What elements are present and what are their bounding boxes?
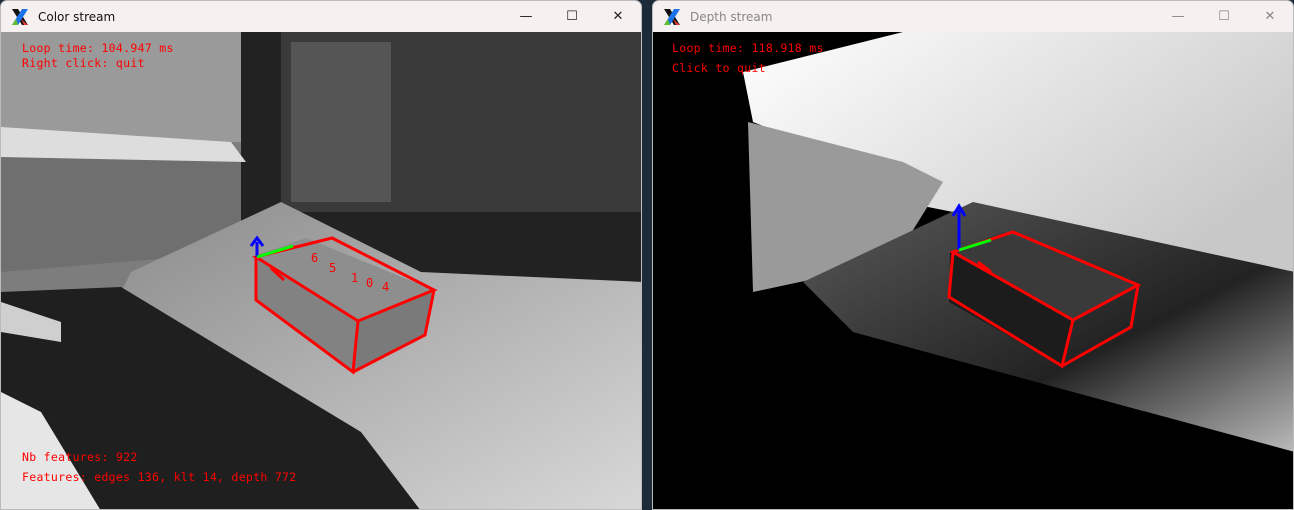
maximize-button[interactable]: ☐ bbox=[549, 1, 595, 32]
minimize-button[interactable]: — bbox=[503, 1, 549, 32]
app-x-logo-icon bbox=[664, 8, 680, 25]
window-title: Depth stream bbox=[690, 9, 773, 24]
color-image[interactable]: 6 5 1 0 4 Loop time: 104.947 ms Right cl… bbox=[1, 32, 641, 509]
close-button[interactable]: ✕ bbox=[1247, 1, 1293, 32]
maximize-button[interactable]: ☐ bbox=[1201, 1, 1247, 32]
depth-scene bbox=[653, 32, 1293, 509]
point-label: 1 bbox=[351, 271, 358, 285]
app-x-logo-icon bbox=[12, 8, 28, 25]
depth-image[interactable]: Loop time: 118.918 ms Click to quit bbox=[653, 32, 1293, 509]
point-label: 6 bbox=[311, 251, 318, 265]
nb-features-text: Nb features: 922 bbox=[22, 450, 138, 464]
quit-hint-text: Click to quit bbox=[672, 61, 766, 75]
features-breakdown-text: Features: edges 136, klt 14, depth 772 bbox=[22, 470, 297, 484]
point-label: 5 bbox=[329, 261, 336, 275]
loop-time-text: Loop time: 104.947 ms bbox=[22, 41, 174, 55]
depth-stream-window: Depth stream — ☐ ✕ Loop time: 118.918 ms bbox=[652, 0, 1294, 510]
title-bar[interactable]: Color stream — ☐ ✕ bbox=[1, 1, 641, 32]
title-bar[interactable]: Depth stream — ☐ ✕ bbox=[653, 1, 1293, 32]
quit-hint-text: Right click: quit bbox=[22, 56, 145, 70]
point-label: 0 bbox=[366, 276, 373, 290]
close-button[interactable]: ✕ bbox=[595, 1, 641, 32]
window-title: Color stream bbox=[38, 9, 116, 24]
color-stream-window: Color stream — ☐ ✕ 6 5 1 0 4 Loop time: … bbox=[0, 0, 642, 510]
color-scene: 6 5 1 0 4 bbox=[1, 32, 641, 509]
minimize-button[interactable]: — bbox=[1155, 1, 1201, 32]
loop-time-text: Loop time: 118.918 ms bbox=[672, 41, 824, 55]
point-label: 4 bbox=[382, 280, 389, 294]
